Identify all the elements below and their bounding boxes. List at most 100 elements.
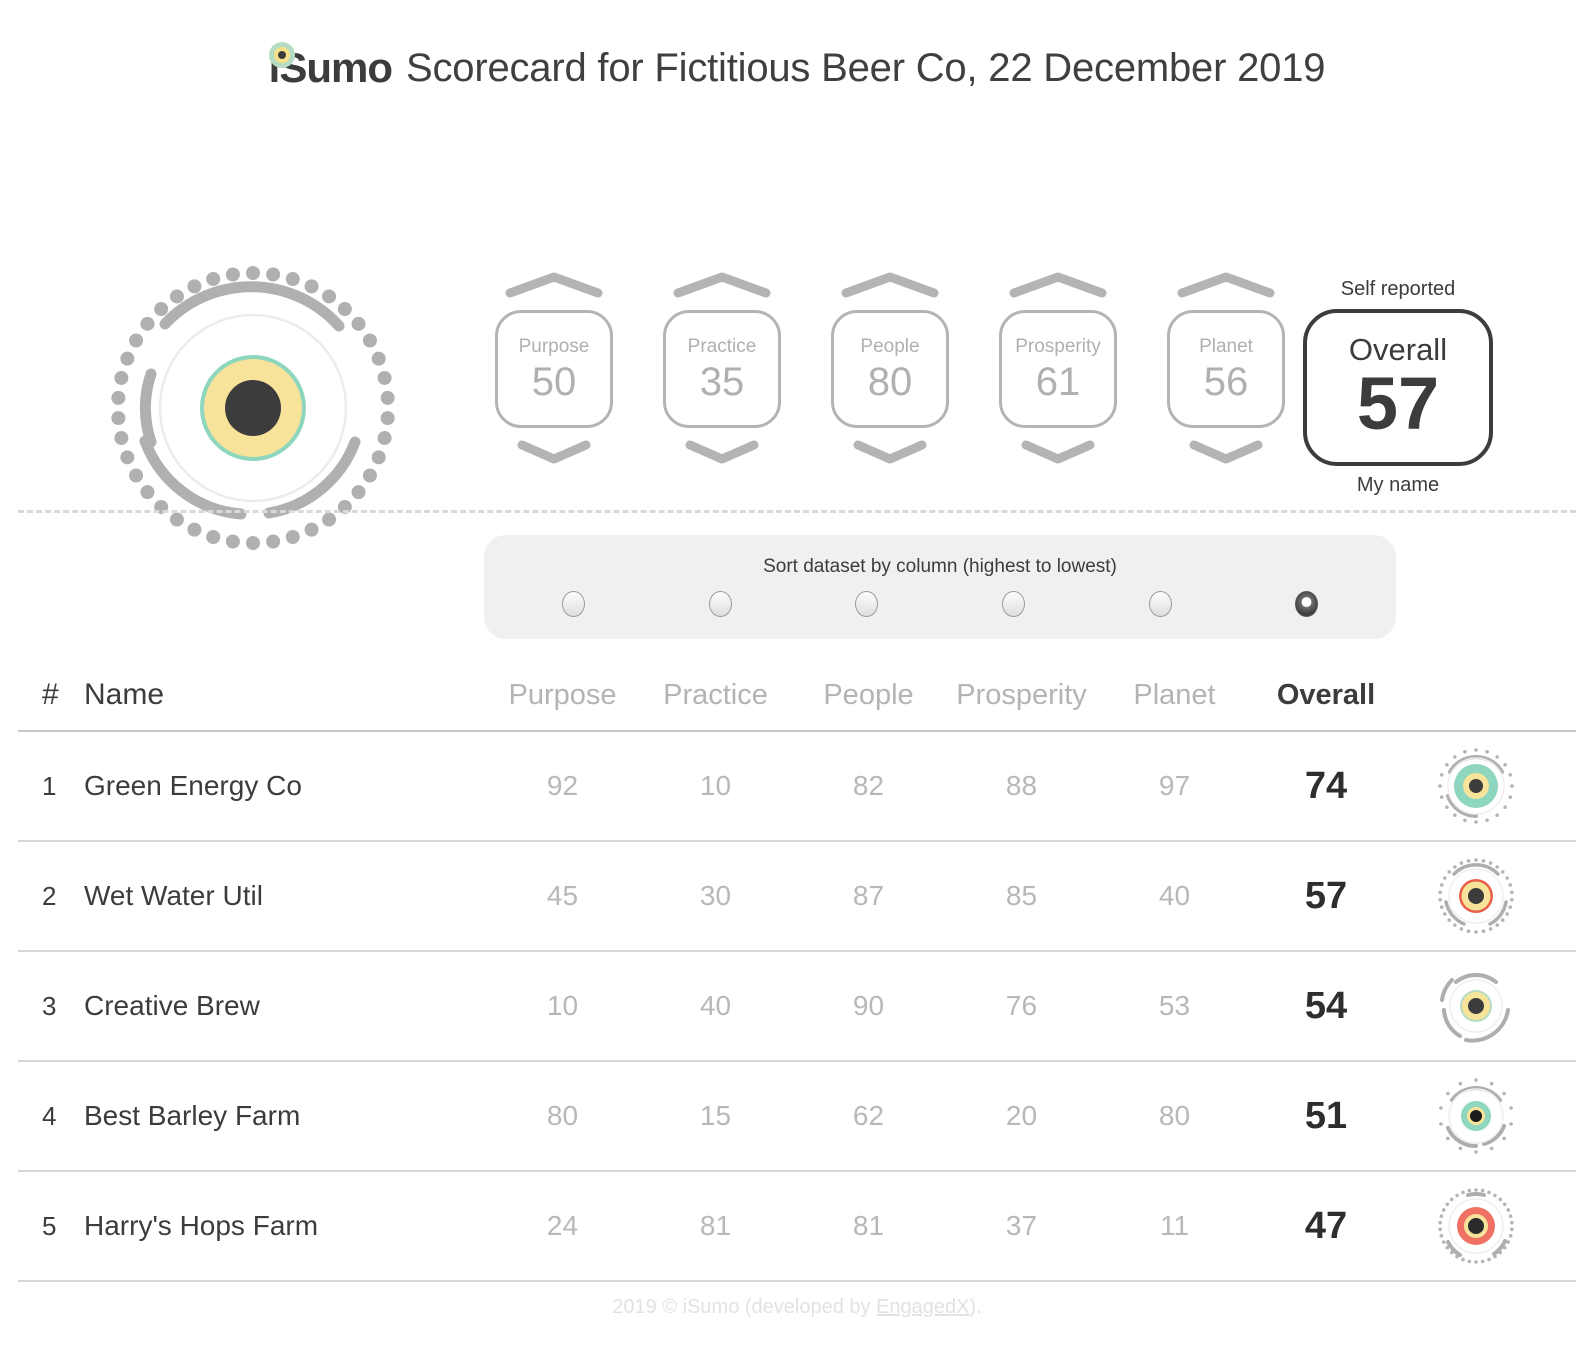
row-rank: 4 xyxy=(42,1100,57,1131)
chevron-down-icon[interactable] xyxy=(1008,437,1108,467)
page-title: iSumo Scorecard for Fictitious Beer Co, … xyxy=(0,0,1594,96)
row-people: 87 xyxy=(852,880,885,911)
row-practice: 40 xyxy=(699,990,732,1021)
table-row[interactable]: 1 Green Energy Co 92 10 82 88 97 74 xyxy=(18,732,1576,842)
row-rank: 2 xyxy=(42,880,57,911)
row-score-dial xyxy=(1401,1186,1551,1266)
sort-radio-overall[interactable] xyxy=(1295,591,1319,617)
metric-box-prosperity[interactable]: Prosperity 61 xyxy=(999,310,1117,428)
score-dial-icon xyxy=(1438,1188,1514,1264)
row-people: 62 xyxy=(852,1100,885,1131)
scorecard-table: # Name Purpose Practice People Prosperit… xyxy=(18,660,1576,1282)
header-planet[interactable]: Planet xyxy=(1098,679,1251,712)
metric-purpose: Purpose 50 xyxy=(494,271,614,467)
row-people: 82 xyxy=(852,770,885,801)
chevron-up-icon[interactable] xyxy=(1176,271,1276,301)
metric-boxes: Purpose 50 Practice 35 People 80 Prosper… xyxy=(494,271,1286,467)
row-prosperity: 76 xyxy=(1005,990,1038,1021)
row-overall: 57 xyxy=(1304,874,1348,917)
header-people[interactable]: People xyxy=(792,679,945,712)
metric-label: People xyxy=(860,335,920,357)
table-row[interactable]: 2 Wet Water Util 45 30 87 85 40 57 xyxy=(18,842,1576,952)
my-name-label: My name xyxy=(1356,474,1440,496)
title-text: Scorecard for Fictitious Beer Co, 22 Dec… xyxy=(406,45,1326,90)
row-purpose: 10 xyxy=(546,990,579,1021)
row-score-dial xyxy=(1401,856,1551,936)
footer-prefix: 2019 © iSumo (developed by xyxy=(612,1296,877,1318)
metric-value: 61 xyxy=(1035,359,1081,404)
metric-label: Prosperity xyxy=(1015,335,1101,357)
row-name: Wet Water Util xyxy=(84,880,263,911)
sort-radio-cell-prosperity xyxy=(940,591,1087,617)
metric-box-purpose[interactable]: Purpose 50 xyxy=(495,310,613,428)
isumo-eye-icon xyxy=(268,42,295,68)
header-rank: # xyxy=(42,678,59,711)
overall-label: Overall xyxy=(1348,332,1448,367)
row-rank: 3 xyxy=(42,990,57,1021)
row-prosperity: 88 xyxy=(1005,770,1038,801)
row-purpose: 24 xyxy=(546,1210,579,1241)
chevron-up-icon[interactable] xyxy=(672,271,772,301)
metric-value: 80 xyxy=(867,359,913,404)
metric-prosperity: Prosperity 61 xyxy=(998,271,1118,467)
row-practice: 10 xyxy=(699,770,732,801)
sort-radio-practice[interactable] xyxy=(708,591,732,617)
metric-label: Planet xyxy=(1199,335,1253,357)
sort-radio-group xyxy=(484,591,1396,617)
overall-summary: Self reported Overall 57 My name xyxy=(1302,278,1494,497)
row-rank: 5 xyxy=(42,1210,57,1241)
row-rank: 1 xyxy=(42,770,57,801)
table-header-row: # Name Purpose Practice People Prosperit… xyxy=(18,660,1576,732)
chevron-up-icon[interactable] xyxy=(1008,271,1108,301)
chevron-down-icon[interactable] xyxy=(504,437,604,467)
chevron-down-icon[interactable] xyxy=(1176,437,1276,467)
row-name: Creative Brew xyxy=(84,990,260,1021)
row-planet: 40 xyxy=(1158,880,1191,911)
table-row[interactable]: 4 Best Barley Farm 80 15 62 20 80 51 xyxy=(18,1062,1576,1172)
metric-box-planet[interactable]: Planet 56 xyxy=(1167,310,1285,428)
chevron-down-icon[interactable] xyxy=(840,437,940,467)
row-overall: 47 xyxy=(1304,1204,1348,1247)
metric-people: People 80 xyxy=(830,271,950,467)
sort-radio-planet[interactable] xyxy=(1148,591,1172,617)
sort-control-panel: Sort dataset by column (highest to lowes… xyxy=(484,535,1396,639)
sort-radio-cell-planet xyxy=(1087,591,1234,617)
metric-box-practice[interactable]: Practice 35 xyxy=(663,310,781,428)
header-prosperity[interactable]: Prosperity xyxy=(945,679,1098,712)
header-purpose[interactable]: Purpose xyxy=(486,679,639,712)
row-score-dial xyxy=(1401,1076,1551,1156)
row-name: Green Energy Co xyxy=(84,770,302,801)
chevron-down-icon[interactable] xyxy=(672,437,772,467)
score-dial-icon xyxy=(1438,748,1514,824)
sort-radio-purpose[interactable] xyxy=(561,591,585,617)
row-planet: 97 xyxy=(1158,770,1191,801)
table-row[interactable]: 5 Harry's Hops Farm 24 81 81 37 11 47 xyxy=(18,1172,1576,1282)
row-practice: 15 xyxy=(699,1100,732,1131)
row-overall: 54 xyxy=(1304,984,1348,1027)
footer-suffix: ). xyxy=(969,1296,982,1318)
metric-practice: Practice 35 xyxy=(662,271,782,467)
chevron-up-icon[interactable] xyxy=(504,271,604,301)
score-dial-icon xyxy=(1439,1078,1513,1154)
table-row[interactable]: 3 Creative Brew 10 40 90 76 53 54 xyxy=(18,952,1576,1062)
sort-radio-people[interactable] xyxy=(855,591,879,617)
metric-box-people[interactable]: People 80 xyxy=(831,310,949,428)
engagedx-link[interactable]: EngagedX xyxy=(876,1296,969,1318)
chevron-up-icon[interactable] xyxy=(840,271,940,301)
sort-radio-prosperity[interactable] xyxy=(1001,591,1025,617)
header-practice[interactable]: Practice xyxy=(639,679,792,712)
row-score-dial xyxy=(1401,746,1551,826)
metric-value: 50 xyxy=(531,359,577,404)
metric-value: 56 xyxy=(1203,359,1249,404)
score-dial-icon xyxy=(1440,972,1510,1043)
sort-radio-cell-overall xyxy=(1233,591,1380,617)
row-prosperity: 20 xyxy=(1005,1100,1038,1131)
row-prosperity: 85 xyxy=(1005,880,1038,911)
overall-score-box[interactable]: Overall 57 xyxy=(1303,309,1493,466)
header-name: Name xyxy=(84,678,165,711)
header-overall[interactable]: Overall xyxy=(1251,679,1401,712)
row-prosperity: 37 xyxy=(1005,1210,1038,1241)
self-reported-label: Self reported xyxy=(1340,278,1456,300)
row-practice: 30 xyxy=(699,880,732,911)
sort-title: Sort dataset by column (highest to lowes… xyxy=(763,556,1117,577)
